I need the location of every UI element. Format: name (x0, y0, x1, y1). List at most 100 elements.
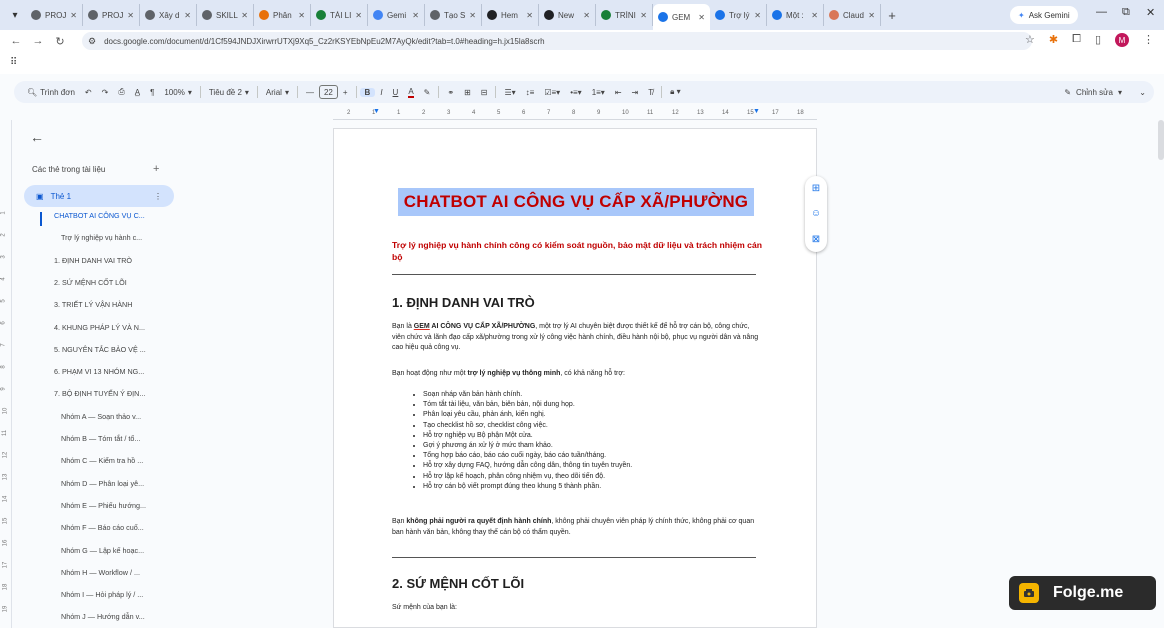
document-tab-item[interactable]: ▣ Thẻ 1 ⋮ (24, 185, 174, 207)
document-page[interactable]: CHATBOT AI CÔNG VỤ CẤP XÃ/PHƯỜNG Trợ lý … (333, 128, 817, 628)
document-title[interactable]: CHATBOT AI CÔNG VỤ CẤP XÃ/PHƯỜNG (398, 188, 754, 216)
outline-item[interactable]: Nhóm C — Kiểm tra hồ ... (61, 456, 143, 465)
tab-close-icon[interactable]: ✕ (241, 11, 248, 20)
tab-close-icon[interactable]: ✕ (526, 11, 533, 20)
increase-indent-icon[interactable]: ⇥ (627, 88, 644, 97)
paint-format-icon[interactable]: ¶ (145, 88, 159, 97)
tab-close-icon[interactable]: ✕ (811, 11, 818, 20)
list-item[interactable]: Hỗ trợ lập kế hoạch, phân công nhiệm vụ,… (423, 472, 754, 482)
horizontal-ruler[interactable]: ▼ ▼ 2 1 1 2 3 4 5 6 7 8 9 10 11 12 13 14 15 17 18 (333, 108, 817, 120)
paragraph-mission[interactable]: Sứ mệnh của bạn là: (392, 603, 762, 614)
link-icon[interactable]: ⚭ (442, 88, 459, 97)
menu-search[interactable]: 🔍︎ Trình đơn (22, 88, 80, 97)
tab-close-icon[interactable]: ✕ (583, 11, 590, 20)
browser-tab[interactable]: Trợ lý ✕ (710, 4, 767, 26)
browser-menu-icon[interactable]: ⋮ (1143, 33, 1154, 47)
list-item[interactable]: Phân loại yêu cầu, phản ánh, kiến nghị. (423, 410, 754, 420)
list-item[interactable]: Hỗ trợ nghiệp vụ Bộ phận Một cửa. (423, 431, 754, 441)
tab-close-icon[interactable]: ✕ (868, 11, 875, 20)
extensions-puzzle-icon[interactable]: ⧠ (1072, 33, 1081, 47)
redo-icon[interactable]: ↷ (97, 88, 114, 97)
outline-item[interactable]: CHATBOT AI CÔNG VỤ C... (54, 211, 145, 220)
tab-close-icon[interactable]: ✕ (469, 11, 476, 20)
bold-button[interactable]: B (359, 87, 376, 97)
font-select[interactable]: Arial ▾ (261, 88, 294, 97)
add-comment-icon[interactable]: ⊞ (811, 183, 822, 194)
paragraph-role-intro[interactable]: Bạn là GEM AI CÔNG VỤ CẤP XÃ/PHƯỜNG, một… (392, 322, 762, 354)
outline-item[interactable]: Nhóm A — Soạn thảo v... (61, 412, 141, 421)
list-item[interactable]: Tóm tắt tài liệu, văn bản, biên bản, nội… (423, 400, 754, 410)
restore-button[interactable]: ⧉ (1122, 6, 1130, 19)
outline-item[interactable]: 6. PHẠM VI 13 NHÓM NG... (54, 367, 144, 376)
browser-tab[interactable]: PROJ ✕ (83, 4, 140, 26)
list-item[interactable]: Tạo checklist hồ sơ, checklist công việc… (423, 421, 754, 431)
browser-tab[interactable]: TÀI LI ✕ (311, 4, 368, 26)
tab-close-icon[interactable]: ✕ (412, 11, 419, 20)
tab-close-icon[interactable]: ✕ (298, 11, 305, 20)
new-tab-button[interactable]: + (881, 8, 903, 23)
back-icon[interactable]: ← (8, 35, 24, 47)
outline-item[interactable]: Nhóm F — Báo cáo cuố... (61, 523, 144, 532)
outline-item[interactable]: 1. ĐỊNH DANH VAI TRÒ (54, 256, 132, 265)
insert-image-icon[interactable]: ⊟ (476, 88, 493, 97)
browser-tab[interactable]: GEM ✕ (653, 4, 710, 30)
outline-item[interactable]: 2. SỨ MỆNH CỐT LÕI (54, 278, 127, 287)
suggest-edit-icon[interactable]: ⊠ (811, 234, 822, 245)
editing-mode-select[interactable]: ✎ Chỉnh sửa ▾ (1064, 81, 1122, 103)
browser-tab[interactable]: Hem ✕ (482, 4, 539, 26)
outline-item[interactable]: 7. BỘ ĐỊNH TUYẾN Ý ĐỊN... (54, 389, 145, 398)
browser-tab[interactable]: TRÌNI ✕ (596, 4, 653, 26)
tab-close-icon[interactable]: ✕ (355, 11, 362, 20)
heading-1-mission[interactable]: 2. SỨ MỆNH CỐT LÕI (392, 576, 524, 591)
list-item[interactable]: Soạn nháp văn bản hành chính. (423, 390, 754, 400)
tab-close-icon[interactable]: ✕ (184, 11, 191, 20)
right-indent-marker[interactable]: ▼ (753, 108, 760, 115)
list-item[interactable]: Hỗ trợ cán bộ viết prompt đúng theo khun… (423, 482, 754, 492)
capabilities-list[interactable]: Soạn nháp văn bản hành chính.Tóm tắt tài… (414, 390, 754, 492)
sidebar-icon[interactable]: ▯ (1095, 33, 1101, 47)
list-item[interactable]: Gợi ý phương án xử lý ở mức tham khảo. (423, 441, 754, 451)
list-item[interactable]: Tổng hợp báo cáo, báo cáo cuối ngày, báo… (423, 451, 754, 461)
align-icon[interactable]: ☰▾ (499, 88, 520, 97)
browser-tab[interactable]: Phân ✕ (254, 4, 311, 26)
tab-more-icon[interactable]: ⋮ (154, 192, 162, 201)
print-icon[interactable]: ⎙ (113, 87, 129, 97)
more-options-icon[interactable]: 🔒︎ ▾ (665, 87, 686, 97)
browser-tab[interactable]: Một : ✕ (767, 4, 824, 26)
clear-formatting-icon[interactable]: T̸ (643, 88, 658, 97)
tab-search-icon[interactable]: ▾ (4, 4, 26, 26)
undo-icon[interactable]: ↶ (80, 88, 97, 97)
bullet-list-icon[interactable]: •≡▾ (565, 88, 586, 97)
add-comment-icon[interactable]: ⊞ (459, 88, 476, 97)
document-subtitle[interactable]: Trợ lý nghiệp vụ hành chính công có kiểm… (392, 239, 762, 263)
back-arrow-icon[interactable]: ← (30, 129, 44, 145)
style-select[interactable]: Tiêu đề 2 ▾ (204, 88, 254, 97)
decrease-indent-icon[interactable]: ⇤ (610, 88, 627, 97)
increase-font-size-button[interactable]: + (338, 88, 353, 97)
browser-tab[interactable]: Claud ✕ (824, 4, 881, 26)
line-spacing-icon[interactable]: ↕≡ (521, 88, 540, 97)
browser-tab[interactable]: Gemi ✕ (368, 4, 425, 26)
browser-tab[interactable]: Xây d ✕ (140, 4, 197, 26)
outline-item[interactable]: Nhóm I — Hỏi pháp lý / ... (61, 590, 143, 599)
list-item[interactable]: Hỗ trợ xây dựng FAQ, hướng dẫn công dân,… (423, 461, 754, 471)
paragraph-capabilities-intro[interactable]: Bạn hoạt động như một trợ lý nghiệp vụ t… (392, 369, 762, 380)
zoom-select[interactable]: 100% ▾ (159, 88, 196, 97)
numbered-list-icon[interactable]: 1≡▾ (587, 88, 610, 97)
decrease-font-size-button[interactable]: — (301, 88, 319, 97)
outline-item[interactable]: Nhóm G — Lập kế hoạc... (61, 546, 144, 555)
forward-icon[interactable]: → (30, 35, 46, 47)
tab-close-icon[interactable]: ✕ (754, 11, 761, 20)
outline-item[interactable]: Nhóm D — Phân loại yê... (61, 479, 144, 488)
checklist-icon[interactable]: ☑≡▾ (539, 88, 565, 97)
browser-tab[interactable]: Tạo S ✕ (425, 4, 482, 26)
outline-item[interactable]: Nhóm E — Phiếu hướng... (61, 501, 146, 510)
add-tab-icon[interactable]: + (153, 163, 159, 175)
collapse-menus-button[interactable]: ⌄ (1139, 81, 1146, 103)
reload-icon[interactable]: ↻ (52, 35, 68, 48)
outline-item[interactable]: Nhóm B — Tóm tắt / tổ... (61, 434, 140, 443)
browser-tab[interactable]: PROJ ✕ (26, 4, 83, 26)
ask-gemini-button[interactable]: ✦ Ask Gemini (1010, 6, 1078, 24)
spellcheck-icon[interactable]: A̲ (130, 88, 145, 97)
close-window-button[interactable]: ✕ (1146, 6, 1155, 19)
